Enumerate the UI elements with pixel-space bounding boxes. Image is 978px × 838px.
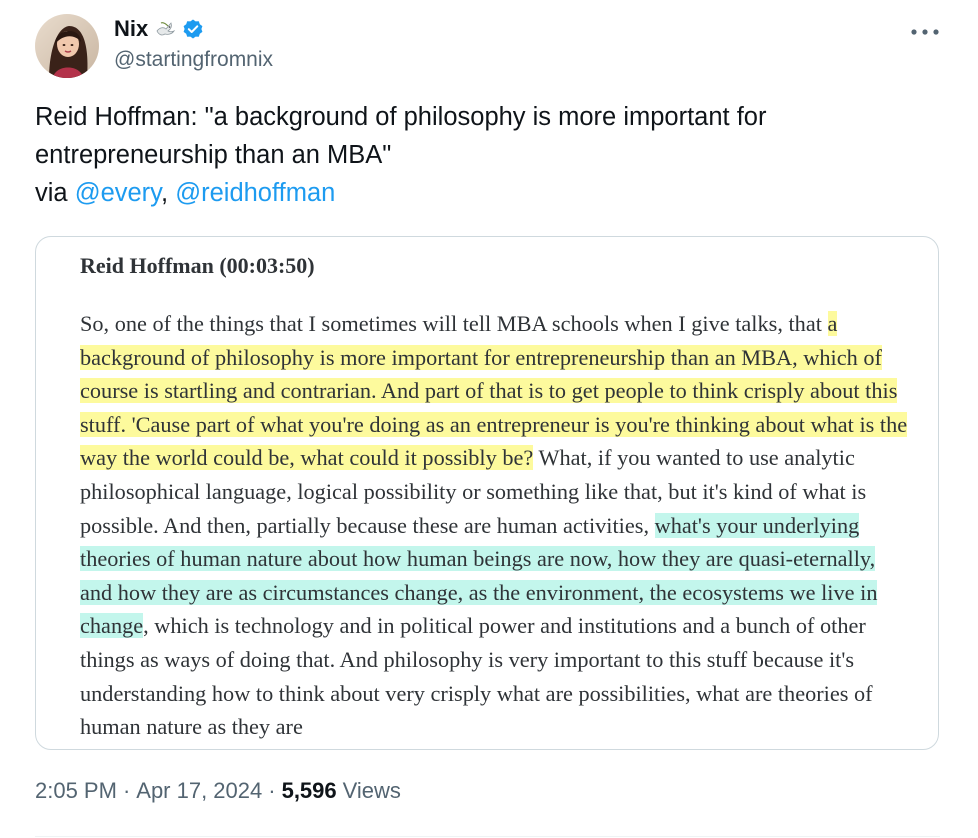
tweet-date[interactable]: Apr 17, 2024 [136,778,262,804]
transcript-excerpt: Reid Hoffman (00:03:50) So, one of the t… [80,251,910,744]
tweet-text: Reid Hoffman: "a background of philosoph… [35,98,935,212]
meta-separator: · [268,778,276,803]
views-label: Views [342,778,401,803]
tweet-time[interactable]: 2:05 PM [35,778,117,804]
transcript-body: So, one of the things that I sometimes w… [80,307,910,744]
author-name-row: Nix [114,14,204,44]
avatar-portrait-icon [35,14,99,78]
verified-icon[interactable] [182,18,204,40]
attached-image-card[interactable]: Reid Hoffman (00:03:50) So, one of the t… [35,236,939,750]
meta-separator: · [122,778,131,803]
transcript-segment: So, one of the things that I sometimes w… [80,311,828,336]
author-handle[interactable]: @startingfromnix [114,48,273,72]
mention-separator: , [161,179,176,207]
more-options-button[interactable] [910,20,940,44]
mention-every-link[interactable]: @every [75,179,161,207]
author-display-name[interactable]: Nix [114,16,148,42]
tweet-text-main: Reid Hoffman: "a background of philosoph… [35,103,767,169]
views-count[interactable]: 5,596 [282,778,337,804]
more-dots-icon [911,29,939,35]
mention-reidhoffman-link[interactable]: @reidhoffman [175,179,335,207]
dove-emoji-icon [154,18,176,40]
tweet-via-prefix: via [35,179,75,207]
tweet: Nix @startingfromnix Reid Hoffman: "a ba… [0,0,978,838]
transcript-segment: , which is technology and in political p… [80,613,873,740]
divider [35,836,940,837]
author-avatar[interactable] [35,14,99,78]
transcript-speaker: Reid Hoffman (00:03:50) [80,253,315,278]
tweet-metadata: 2:05 PM · Apr 17, 2024 · 5,596 Views [35,778,401,804]
